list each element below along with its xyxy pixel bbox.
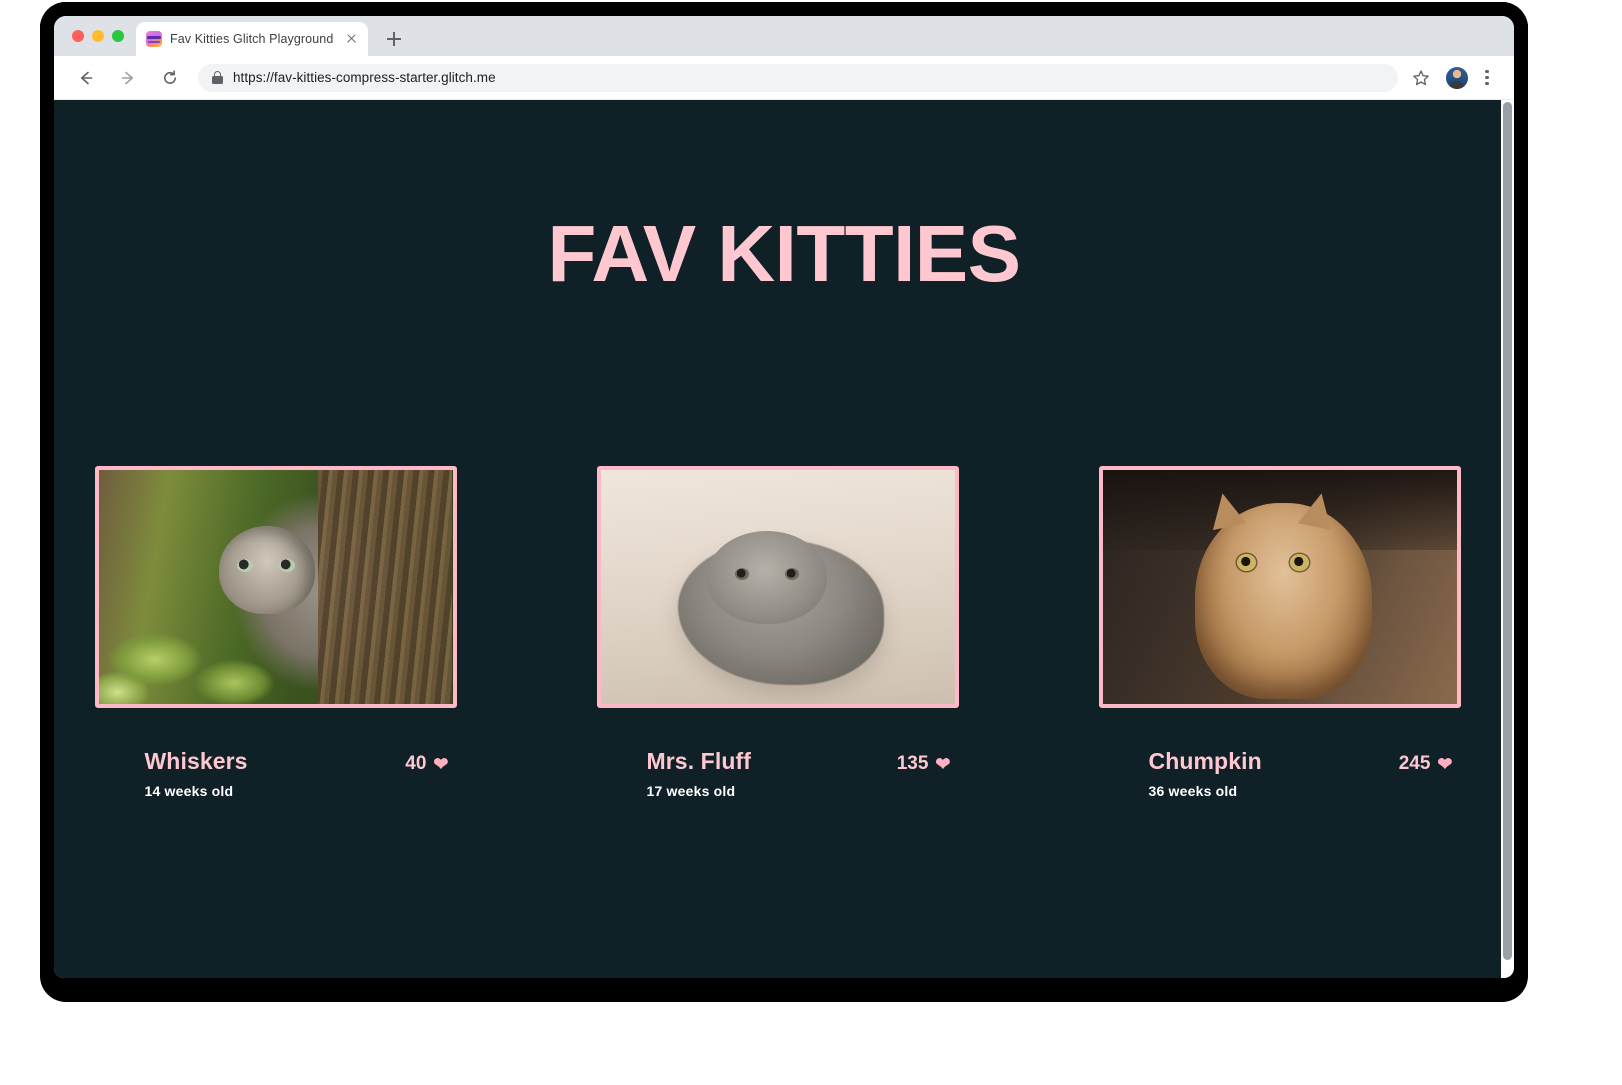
like-count: 40 <box>405 753 427 774</box>
desktop-backdrop: Fav Kitties Glitch Playground https://fa… <box>0 0 1622 1085</box>
like-counter[interactable]: 135 ❤ <box>897 753 951 775</box>
close-icon[interactable] <box>342 30 360 48</box>
kitty-photo-image <box>600 470 955 704</box>
maximize-window-button[interactable] <box>112 30 124 42</box>
url-text: https://fav-kitties-compress-starter.gli… <box>233 70 496 85</box>
kitty-name: Chumpkin <box>1148 748 1262 774</box>
kitty-name: Mrs. Fluff <box>646 748 751 774</box>
heart-icon: ❤ <box>433 754 449 774</box>
kitty-photo-image <box>98 470 453 704</box>
like-count: 245 <box>1398 753 1431 774</box>
bookmark-star-icon[interactable] <box>1406 63 1436 93</box>
scrollbar-thumb[interactable] <box>1503 102 1512 960</box>
forward-icon[interactable] <box>112 62 144 94</box>
kitten-eye-right <box>279 558 296 572</box>
page-scrollbar[interactable] <box>1501 100 1514 978</box>
window-controls <box>72 30 124 42</box>
kitten-eye-right <box>1290 554 1310 572</box>
tab-title: Fav Kitties Glitch Playground <box>170 32 334 46</box>
kitty-card: Mrs. Fluff 17 weeks old 135 ❤ <box>596 466 959 799</box>
kitty-card-meta: Chumpkin 36 weeks old 245 ❤ <box>1099 748 1461 799</box>
page-title: FAV KITTIES <box>547 209 1021 298</box>
kitten-ear-right <box>1297 490 1338 531</box>
kitty-age: 14 weeks old <box>144 783 234 800</box>
browser-menu-icon[interactable] <box>1474 63 1500 93</box>
tab-strip: Fav Kitties Glitch Playground <box>54 16 1514 56</box>
kitten-eye-left <box>735 568 750 581</box>
kitten-eye-left <box>236 558 253 572</box>
profile-avatar[interactable] <box>1446 66 1468 89</box>
kitty-age: 17 weeks old <box>646 783 736 800</box>
kitty-photo[interactable] <box>596 466 959 708</box>
kitty-card-grid: Whiskers 14 weeks old 40 ❤ Mrs. Fluff 17… <box>54 466 1501 799</box>
reload-icon[interactable] <box>154 62 186 94</box>
heart-icon: ❤ <box>1437 754 1453 774</box>
kitty-card-meta: Whiskers 14 weeks old 40 ❤ <box>95 748 457 799</box>
kitten-eye-right <box>784 568 799 581</box>
kitten-ear-left <box>1205 490 1246 531</box>
kitty-photo[interactable] <box>1098 466 1461 708</box>
browser-window: Fav Kitties Glitch Playground https://fa… <box>54 16 1514 978</box>
kitty-card-meta: Mrs. Fluff 17 weeks old 135 ❤ <box>597 748 959 799</box>
kitty-name: Whiskers <box>144 748 248 774</box>
browser-toolbar: https://fav-kitties-compress-starter.gli… <box>54 56 1514 100</box>
heart-icon: ❤ <box>935 754 951 774</box>
address-bar[interactable]: https://fav-kitties-compress-starter.gli… <box>198 63 1398 92</box>
kitty-age: 36 weeks old <box>1148 783 1238 800</box>
kitten-eye-left <box>1237 554 1257 572</box>
close-window-button[interactable] <box>72 30 84 42</box>
like-count: 135 <box>896 753 929 774</box>
kitten-head-shape <box>218 526 315 615</box>
page-viewport: FAV KITTIES Whiskers 14 weeks old 40 ❤ M… <box>54 100 1514 978</box>
kitty-photo-image <box>1102 470 1457 704</box>
browser-tab[interactable]: Fav Kitties Glitch Playground <box>136 22 368 56</box>
lock-icon <box>212 71 223 85</box>
glitch-favicon <box>146 31 162 47</box>
kitty-card: Chumpkin 36 weeks old 245 ❤ <box>1098 466 1461 799</box>
kitty-photo[interactable] <box>94 466 457 708</box>
minimize-window-button[interactable] <box>92 30 104 42</box>
back-icon[interactable] <box>70 62 102 94</box>
new-tab-button[interactable] <box>380 25 408 53</box>
kitty-card: Whiskers 14 weeks old 40 ❤ <box>94 466 457 799</box>
like-counter[interactable]: 245 ❤ <box>1399 753 1453 775</box>
like-counter[interactable]: 40 ❤ <box>405 753 448 775</box>
